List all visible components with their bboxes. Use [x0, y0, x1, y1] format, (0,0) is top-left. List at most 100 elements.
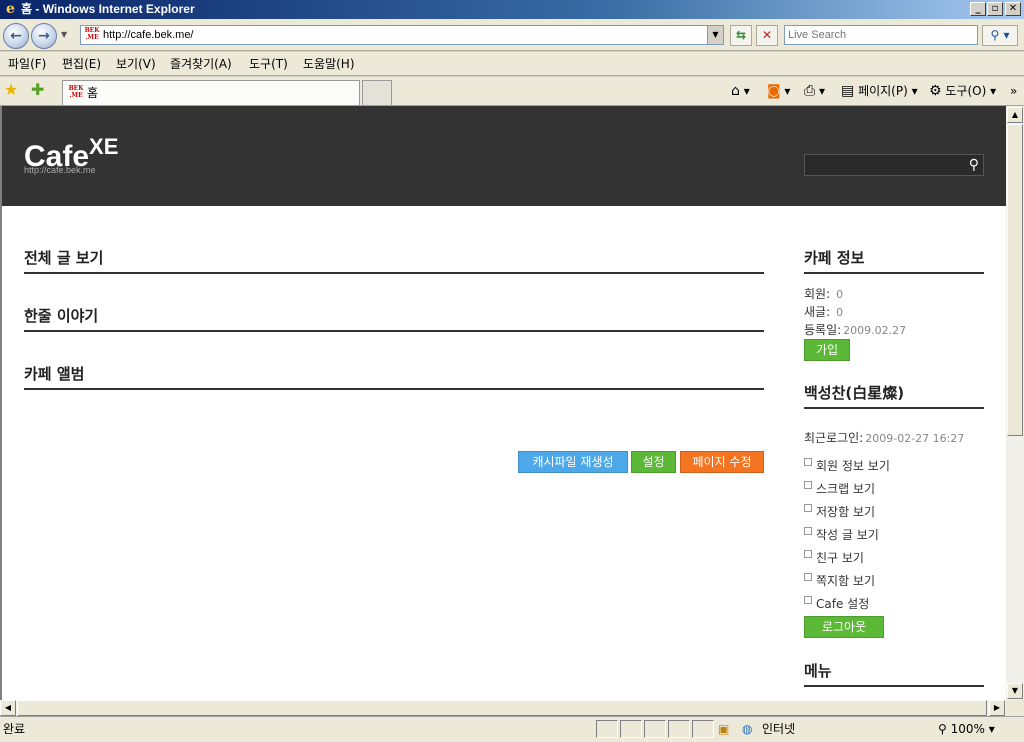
live-search-box[interactable]: [784, 25, 978, 45]
home-icon: ⌂: [731, 83, 740, 99]
status-segment: [596, 720, 618, 738]
site-search-box[interactable]: ⚲: [804, 154, 984, 176]
cafe-info-title: 카페 정보: [804, 248, 984, 274]
join-button[interactable]: 가입: [804, 339, 850, 361]
minimize-button[interactable]: _: [970, 2, 986, 16]
scroll-up-icon[interactable]: ▲: [1007, 107, 1023, 123]
status-segment: [692, 720, 714, 738]
rss-icon: ◙: [767, 83, 781, 99]
new-posts-row: 새글: 0: [804, 305, 844, 319]
menu-file[interactable]: 파일(F): [8, 57, 46, 71]
menu-bar: 파일(F) 편집(E) 보기(V) 즐겨찾기(A) 도구(T) 도움말(H): [0, 52, 1024, 76]
logout-button[interactable]: 로그아웃: [804, 616, 884, 638]
tab-favicon-icon: BEK .ME: [68, 85, 84, 99]
scroll-down-icon[interactable]: ▼: [1007, 683, 1023, 699]
menu-tools[interactable]: 도구(T): [249, 57, 288, 71]
tools-menu-button[interactable]: ⚙ 도구(O) ▾: [929, 83, 996, 99]
home-button[interactable]: ⌂ ▾: [731, 83, 750, 99]
printer-icon: ⎙: [804, 83, 816, 99]
link-member-info[interactable]: 회원 정보 보기: [804, 458, 890, 473]
more-commands-icon[interactable]: »: [1010, 83, 1017, 99]
last-login-row: 최근로그인: 2009-02-27 16:27: [804, 431, 965, 445]
user-name-title: 백성찬(白星燦): [804, 383, 984, 409]
bullet-icon: [804, 504, 812, 512]
bullet-icon: [804, 596, 812, 604]
security-zone-text: 인터넷: [762, 722, 796, 736]
members-row: 회원: 0: [804, 287, 844, 301]
search-button[interactable]: ⚲ ▾: [982, 25, 1018, 46]
link-scrap[interactable]: 스크랩 보기: [804, 481, 875, 496]
status-segment: [668, 720, 690, 738]
tab-home[interactable]: BEK .ME 홈: [62, 80, 360, 105]
back-arrow-icon: ←: [10, 28, 22, 44]
status-segment: [620, 720, 642, 738]
horizontal-scrollbar[interactable]: ◀ ▶: [0, 700, 1006, 716]
regenerate-cache-button[interactable]: 캐시파일 재생성: [518, 451, 628, 473]
restore-button[interactable]: ▫: [987, 2, 1003, 16]
add-favorite-icon[interactable]: ✚: [31, 81, 44, 99]
menu-view[interactable]: 보기(V): [116, 57, 156, 71]
refresh-button[interactable]: ⇆: [730, 25, 752, 46]
scroll-left-icon[interactable]: ◀: [0, 700, 16, 716]
menu-edit[interactable]: 편집(E): [62, 57, 101, 71]
zoom-control[interactable]: ⚲ 100% ▾: [938, 722, 995, 736]
horizontal-scroll-thumb[interactable]: [17, 700, 987, 716]
url-text[interactable]: http://cafe.bek.me/: [103, 29, 194, 42]
status-bar: 완료 ▣ ◍ 인터넷 ⚲ 100% ▾: [0, 716, 1024, 742]
page-menu-button[interactable]: ▤ 페이지(P) ▾: [841, 83, 918, 99]
window-title: 홈 - Windows Internet Explorer: [21, 2, 195, 16]
status-segment: [644, 720, 666, 738]
forward-arrow-icon: →: [38, 28, 50, 44]
edit-page-button[interactable]: 페이지 수정: [680, 451, 764, 473]
scroll-right-icon[interactable]: ▶: [989, 700, 1005, 716]
vertical-scrollbar[interactable]: ▲ ▼: [1006, 106, 1024, 700]
window-title-bar: e 홈 - Windows Internet Explorer _ ▫ ✕: [0, 0, 1024, 19]
address-bar: ← → ▼ BEK .ME http://cafe.bek.me/ ▼ ⇆ ✕ …: [0, 19, 1024, 51]
close-window-button[interactable]: ✕: [1005, 2, 1021, 16]
tab-label: 홈: [87, 86, 99, 100]
link-messages[interactable]: 쪽지함 보기: [804, 573, 875, 588]
recent-pages-dropdown-icon[interactable]: ▼: [61, 30, 67, 39]
scroll-corner: [1006, 700, 1024, 716]
settings-button[interactable]: 설정: [631, 451, 676, 473]
print-button[interactable]: ⎙ ▾: [804, 83, 825, 99]
search-icon: ⚲ ▾: [990, 28, 1010, 42]
search-icon[interactable]: ⚲: [969, 156, 979, 174]
site-favicon-icon: BEK .ME: [84, 27, 100, 41]
url-dropdown-icon[interactable]: ▼: [707, 26, 723, 44]
section-all-posts[interactable]: 전체 글 보기: [24, 248, 764, 274]
menu-favorites[interactable]: 즐겨찾기(A): [170, 57, 232, 71]
site-url: http://cafe.bek.me: [24, 165, 96, 175]
protected-mode-icon[interactable]: ▣: [718, 722, 729, 736]
vertical-scroll-thumb[interactable]: [1007, 124, 1023, 436]
site-header: CafeXE http://cafe.bek.me ⚲: [2, 106, 1006, 206]
page-viewport: CafeXE http://cafe.bek.me ⚲ 전체 글 보기 한줄 이…: [0, 106, 1006, 700]
new-tab-button[interactable]: [362, 80, 392, 105]
stop-button[interactable]: ✕: [756, 25, 778, 46]
internet-zone-icon: ◍: [742, 722, 753, 736]
refresh-icon: ⇆: [735, 28, 747, 42]
page-icon: ▤: [841, 83, 855, 99]
link-saved[interactable]: 저장함 보기: [804, 504, 875, 519]
bullet-icon: [804, 481, 812, 489]
section-one-line[interactable]: 한줄 이야기: [24, 306, 764, 332]
link-friends[interactable]: 친구 보기: [804, 550, 864, 565]
bullet-icon: [804, 573, 812, 581]
live-search-input[interactable]: [785, 26, 977, 44]
back-button[interactable]: ←: [3, 23, 29, 49]
status-text: 완료: [3, 722, 26, 736]
section-album[interactable]: 카페 앨범: [24, 364, 764, 390]
internet-explorer-icon: e: [6, 1, 15, 17]
favorites-star-icon[interactable]: ★: [4, 81, 18, 99]
tab-bar: ★ ✚ BEK .ME 홈 ⌂ ▾ ◙ ▾ ⎙ ▾ ▤ 페이지(P) ▾ ⚙ 도…: [0, 77, 1024, 106]
url-field[interactable]: BEK .ME http://cafe.bek.me/ ▼: [80, 25, 724, 45]
feeds-button[interactable]: ◙ ▾: [767, 83, 790, 99]
registered-row: 등록일: 2009.02.27: [804, 323, 907, 337]
forward-button[interactable]: →: [31, 23, 57, 49]
gear-icon: ⚙: [929, 83, 942, 99]
link-cafe-settings[interactable]: Cafe 설정: [804, 596, 869, 611]
menu-help[interactable]: 도움말(H): [303, 57, 355, 71]
bullet-icon: [804, 458, 812, 466]
link-my-posts[interactable]: 작성 글 보기: [804, 527, 879, 542]
bullet-icon: [804, 527, 812, 535]
